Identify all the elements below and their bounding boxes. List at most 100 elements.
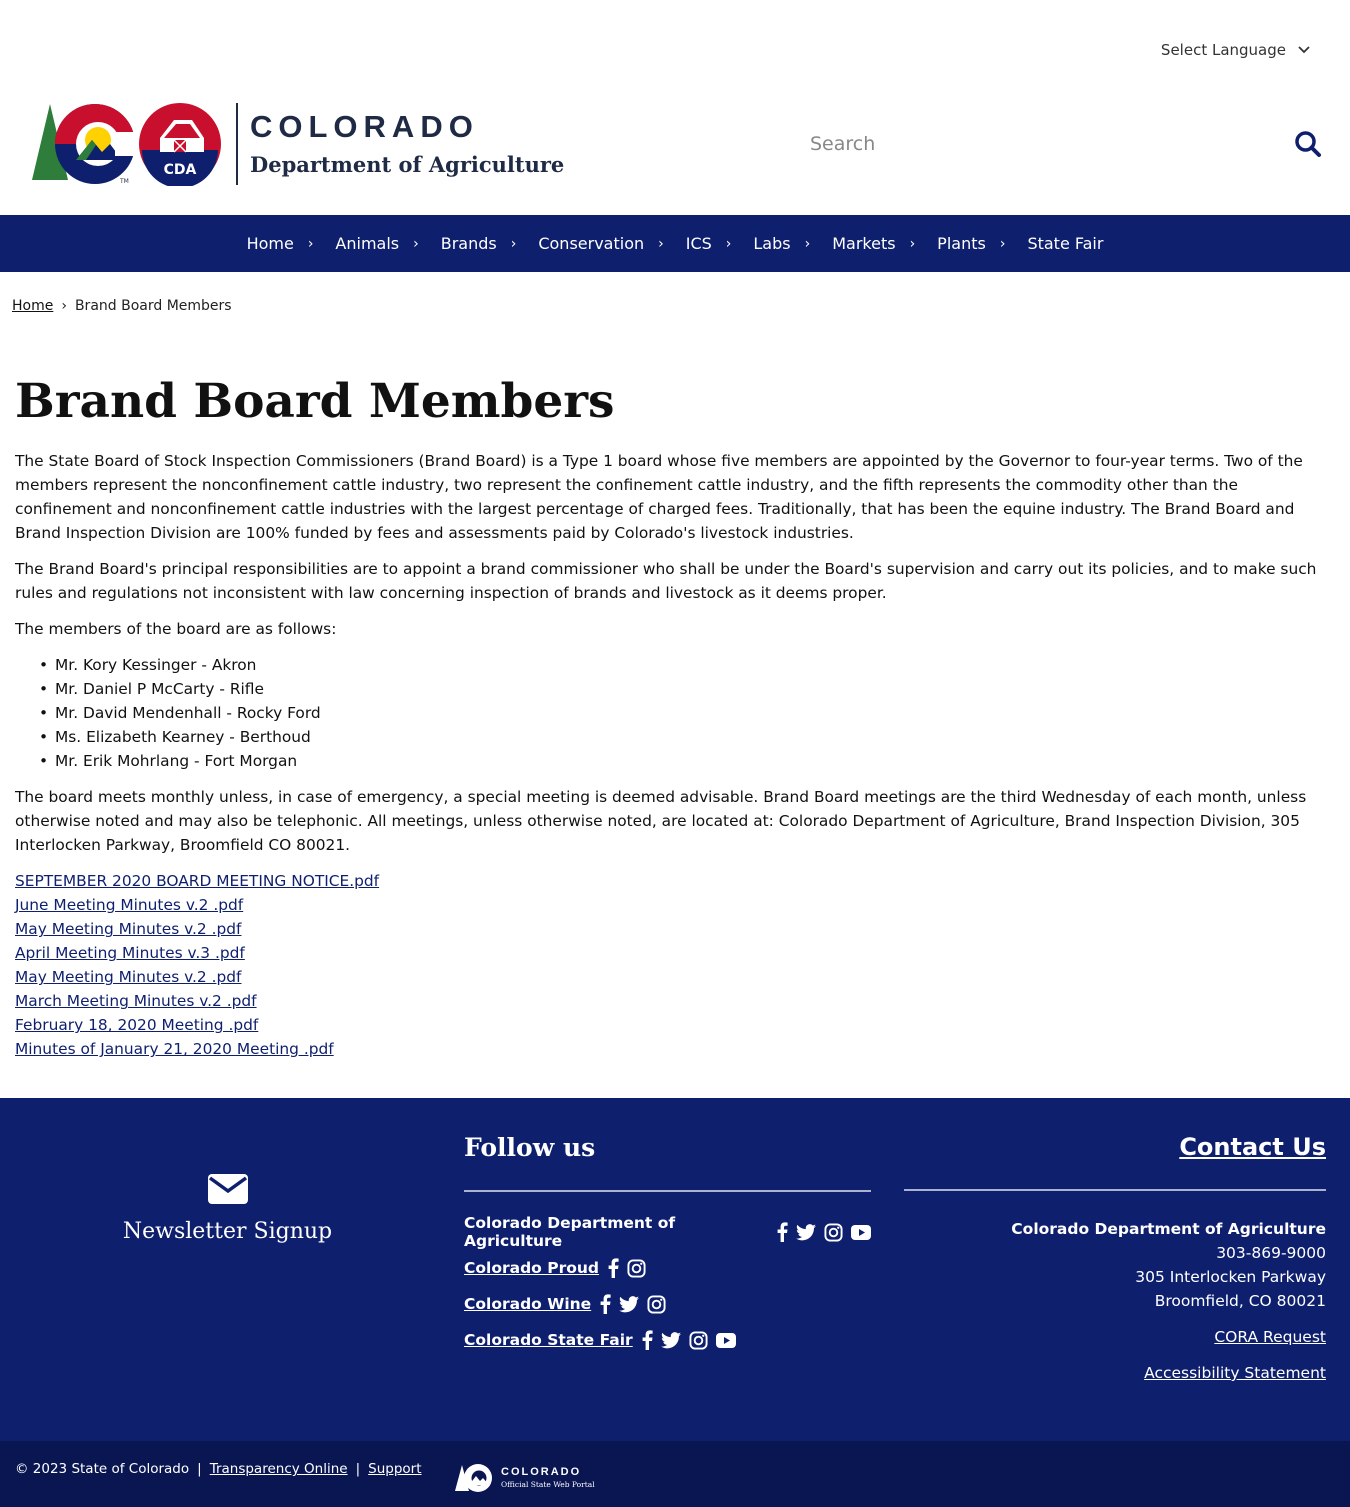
- follow-link[interactable]: Colorado State Fair: [464, 1331, 633, 1349]
- portal-subtitle: Official State Web Portal: [501, 1480, 595, 1490]
- follow-link[interactable]: Colorado Proud: [464, 1259, 599, 1277]
- bullet: •: [39, 728, 49, 747]
- document-link[interactable]: Minutes of January 21, 2020 Meeting .pdf: [15, 1037, 1335, 1061]
- chevron-right-icon: ›: [999, 235, 1006, 252]
- list-item: • Ms. Elizabeth Kearney - Berthoud: [39, 725, 1335, 749]
- bullet: •: [39, 752, 49, 771]
- breadcrumb-separator: ›: [61, 298, 67, 314]
- nav-item-home[interactable]: Home ›: [247, 234, 336, 253]
- chevron-right-icon: ›: [413, 235, 419, 252]
- twitter-icon[interactable]: [796, 1223, 816, 1241]
- nav-item-ics[interactable]: ICS ›: [686, 234, 754, 253]
- main-navigation: Home › Animals › Brands › Conservation › ICS…: [0, 215, 1350, 272]
- divider: [904, 1189, 1326, 1191]
- footer-bottom-bar: © 2023 State of Colorado | Transparency …: [0, 1441, 1350, 1507]
- svg-text:TM: TM: [119, 178, 129, 185]
- follow-row-cda: Colorado Department of Agriculture: [464, 1214, 871, 1250]
- chevron-right-icon: ›: [510, 235, 517, 252]
- bullet: •: [39, 656, 49, 675]
- document-link[interactable]: June Meeting Minutes v.2 .pdf: [15, 893, 1335, 917]
- document-link[interactable]: May Meeting Minutes v.2 .pdf: [15, 965, 1335, 989]
- chevron-right-icon: ›: [658, 235, 664, 252]
- breadcrumb: Home › Brand Board Members: [12, 298, 232, 314]
- facebook-icon[interactable]: [599, 1294, 611, 1314]
- contact-address-line1: 305 Interlocken Parkway: [1135, 1268, 1326, 1286]
- cora-request-link[interactable]: CORA Request: [904, 1325, 1326, 1349]
- contact-address-line2: Broomfield, CO 80021: [1154, 1292, 1326, 1310]
- site-search: [800, 128, 1330, 160]
- main-content: Brand Board Members The State Board of S…: [15, 370, 1335, 1061]
- document-links: SEPTEMBER 2020 BOARD MEETING NOTICE.pdf …: [15, 869, 1335, 1061]
- portal-title: COLORADO: [501, 1466, 582, 1479]
- instagram-icon[interactable]: [627, 1258, 646, 1278]
- nav-item-labs[interactable]: Labs ›: [753, 234, 832, 253]
- member-list: • Mr. Kory Kessinger - Akron • Mr. Daniel …: [39, 653, 1335, 773]
- list-item: • Mr. David Mendenhall - Rocky Ford: [39, 701, 1335, 725]
- chevron-right-icon: ›: [804, 235, 811, 252]
- chevron-down-icon: [1298, 43, 1310, 58]
- follow-us-title: Follow us: [464, 1133, 596, 1162]
- follow-us-section: Follow us Colorado Department of Agricul…: [464, 1133, 871, 1358]
- contact-phone: 303-869-9000: [1216, 1244, 1326, 1262]
- envelope-icon: [207, 1174, 249, 1209]
- site-logo[interactable]: TM CDA COLORADO Department of Agricultur…: [30, 102, 564, 186]
- document-link[interactable]: SEPTEMBER 2020 BOARD MEETING NOTICE.pdf: [15, 869, 1335, 893]
- language-label: Select Language: [1160, 41, 1286, 59]
- newsletter-signup[interactable]: Newsletter Signup: [0, 1173, 455, 1244]
- instagram-icon[interactable]: [647, 1294, 666, 1314]
- breadcrumb-home-link[interactable]: Home: [12, 298, 53, 314]
- nav-item-plants[interactable]: Plants ›: [937, 234, 1027, 253]
- instagram-icon[interactable]: [824, 1222, 843, 1242]
- intro-paragraph: The State Board of Stock Inspection Comm…: [15, 452, 1303, 543]
- youtube-icon[interactable]: [715, 1332, 736, 1348]
- cda-badge-text: CDA: [164, 162, 197, 178]
- document-link[interactable]: February 18, 2020 Meeting .pdf: [15, 1013, 1335, 1037]
- document-link[interactable]: March Meeting Minutes v.2 .pdf: [15, 989, 1335, 1013]
- responsibilities-paragraph: The Brand Board's principal responsibili…: [15, 560, 1317, 603]
- members-intro: The members of the board are as follows:: [15, 620, 337, 639]
- search-icon[interactable]: [1294, 130, 1322, 162]
- copyright-bar: © 2023 State of Colorado | Transparency …: [15, 1461, 422, 1477]
- facebook-icon[interactable]: [607, 1258, 619, 1278]
- facebook-icon[interactable]: [776, 1222, 788, 1242]
- support-link[interactable]: Support: [368, 1461, 421, 1477]
- logo-department-text: Department of Agriculture: [250, 152, 565, 177]
- newsletter-label: Newsletter Signup: [122, 1219, 333, 1244]
- accessibility-statement-link[interactable]: Accessibility Statement: [904, 1361, 1326, 1385]
- nav-item-state-fair[interactable]: State Fair›: [1027, 234, 1103, 253]
- bullet: •: [39, 680, 49, 699]
- facebook-icon[interactable]: [641, 1330, 653, 1350]
- nav-item-animals[interactable]: Animals ›: [335, 234, 440, 253]
- contact-us-link[interactable]: Contact Us: [904, 1133, 1326, 1161]
- separator: |: [197, 1461, 202, 1477]
- colorado-portal-icon: [455, 1464, 492, 1492]
- contact-section: Contact Us Colorado Department of Agricu…: [904, 1133, 1326, 1385]
- logo-colorado-text: COLORADO: [250, 109, 479, 144]
- meetings-paragraph: The board meets monthly unless, in case …: [15, 788, 1307, 855]
- state-portal-logo[interactable]: COLORADO Official State Web Portal: [455, 1463, 595, 1493]
- language-selector[interactable]: Select Language: [1161, 41, 1310, 59]
- follow-row-state-fair: Colorado State Fair: [464, 1322, 871, 1358]
- nav-item-markets[interactable]: Markets ›: [832, 234, 937, 253]
- copyright-text: © 2023 State of Colorado: [15, 1461, 190, 1477]
- follow-row-colorado-wine: Colorado Wine: [464, 1286, 871, 1322]
- search-input[interactable]: [800, 133, 1270, 155]
- document-link[interactable]: April Meeting Minutes v.3 .pdf: [15, 941, 1335, 965]
- twitter-icon[interactable]: [619, 1295, 640, 1313]
- separator: |: [355, 1461, 361, 1477]
- divider: [464, 1190, 871, 1192]
- nav-item-conservation[interactable]: Conservation ›: [538, 234, 685, 253]
- site-footer: Newsletter Signup Follow us Colorado Dep…: [0, 1098, 1350, 1441]
- instagram-icon[interactable]: [689, 1330, 708, 1350]
- transparency-online-link[interactable]: Transparency Online: [210, 1461, 348, 1477]
- list-item: • Mr. Daniel P McCarty - Rifle: [39, 677, 1335, 701]
- logo-wordmark: COLORADO Department of Agriculture: [236, 103, 564, 185]
- chevron-right-icon: ›: [909, 235, 916, 252]
- list-item: • Mr. Erik Mohrlang - Fort Morgan: [39, 749, 1335, 773]
- youtube-icon[interactable]: [851, 1224, 871, 1240]
- nav-item-brands[interactable]: Brands ›: [441, 234, 539, 253]
- follow-link[interactable]: Colorado Wine: [464, 1295, 591, 1313]
- document-link[interactable]: May Meeting Minutes v.2 .pdf: [15, 917, 1335, 941]
- twitter-icon[interactable]: [660, 1331, 681, 1349]
- cda-barn-logo-icon: CDA: [139, 103, 221, 186]
